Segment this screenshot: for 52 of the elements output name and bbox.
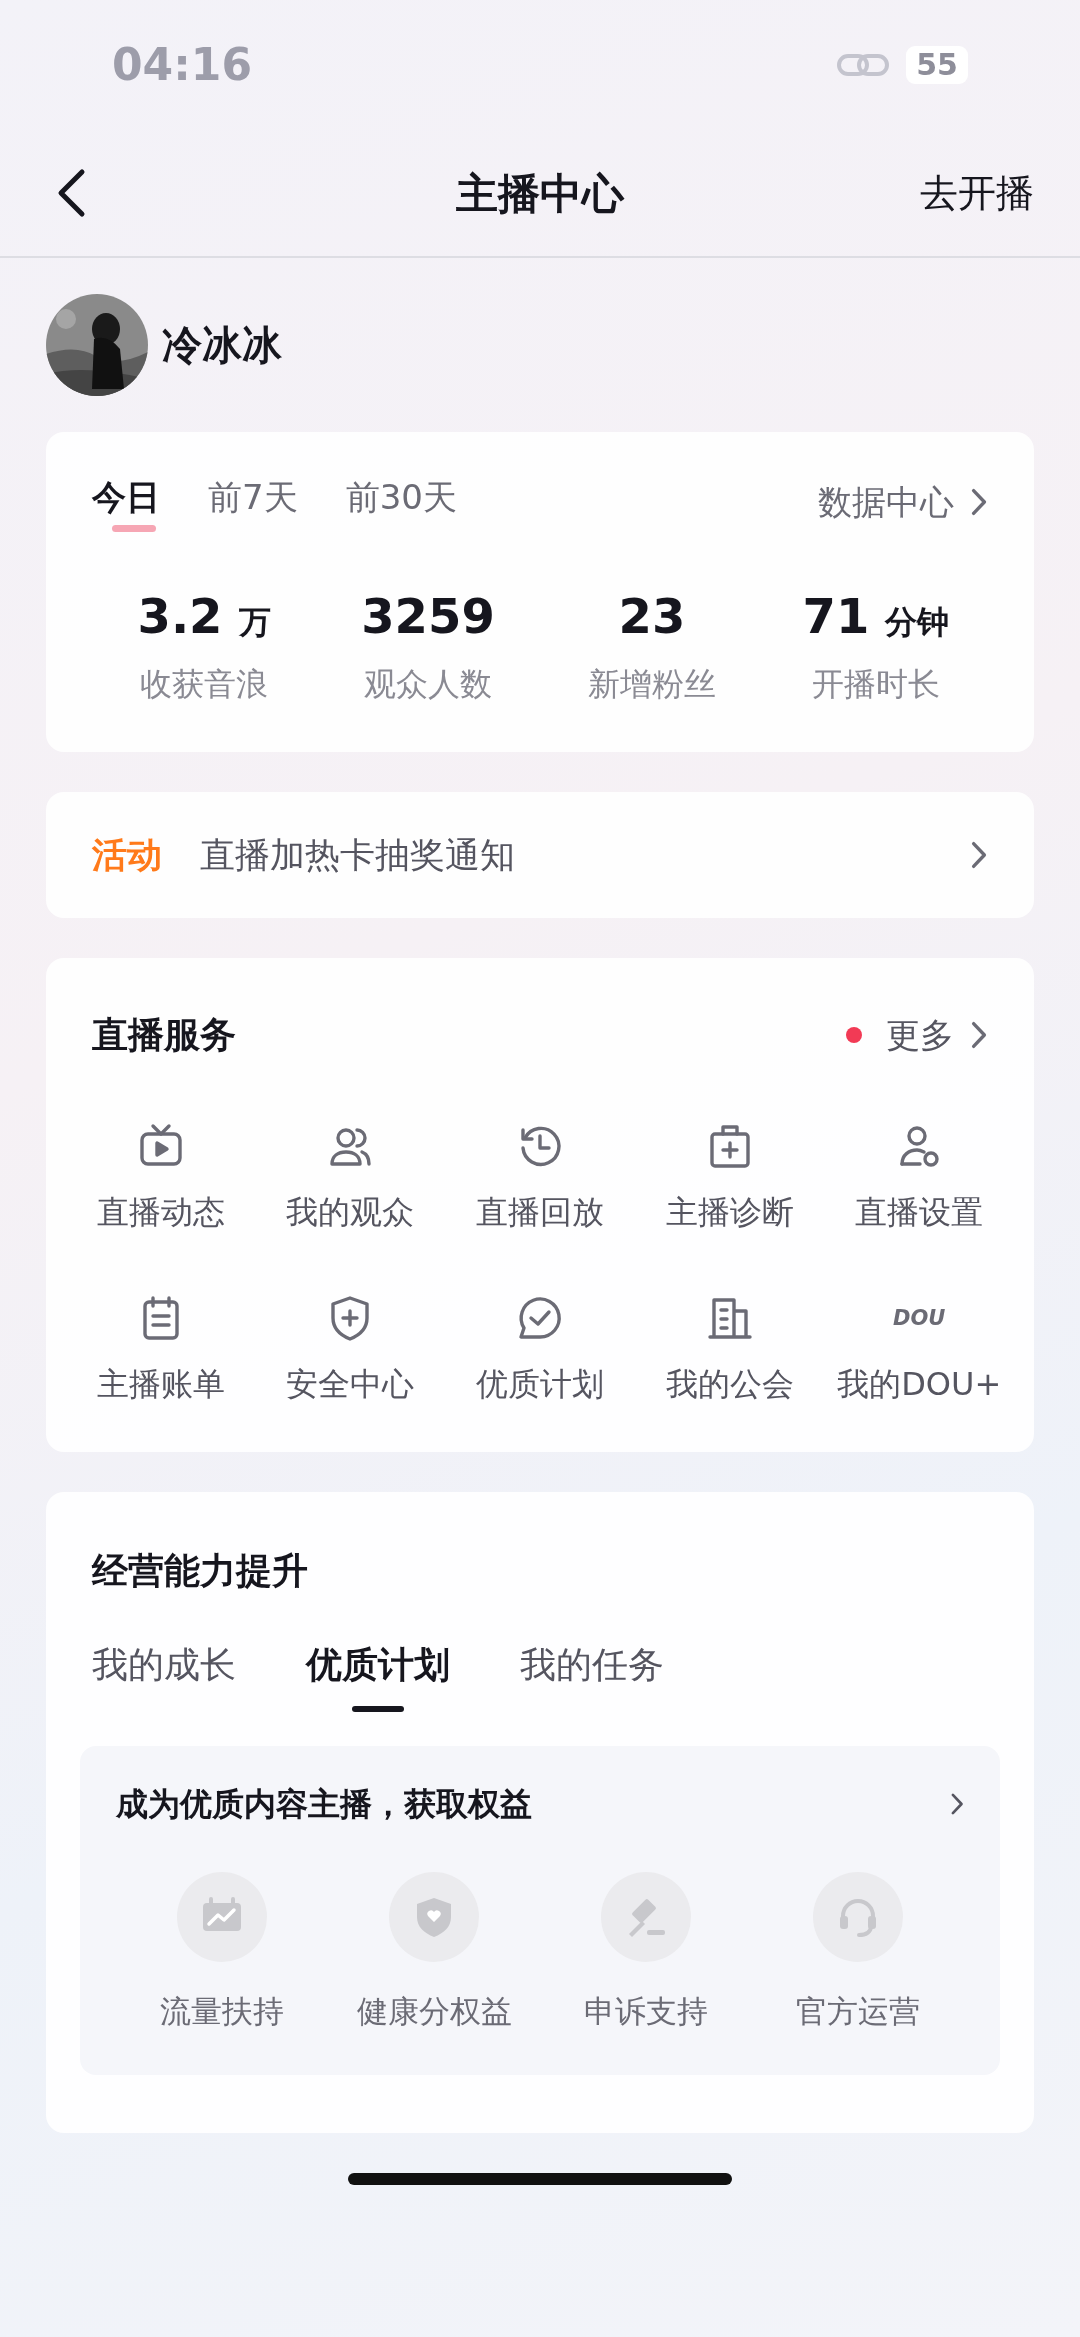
metric-label: 新增粉丝 [588, 664, 716, 705]
metric-unit: 分钟 [885, 602, 950, 643]
service-item[interactable]: 我的观众 [255, 1122, 446, 1236]
more-link[interactable]: 更多 [886, 1009, 988, 1061]
dou-logo-icon: DOU [893, 1294, 946, 1342]
chevron-right-icon [970, 1020, 988, 1050]
service-item[interactable]: 直播动态 [66, 1122, 256, 1236]
service-item[interactable]: 我的公会 [634, 1294, 825, 1408]
benefit-item[interactable]: 申诉支持 [540, 1872, 752, 2035]
service-item[interactable]: DOU 我的DOU+ [824, 1294, 1014, 1408]
activity-tag: 活动 [92, 828, 162, 882]
service-item[interactable]: 主播诊断 [634, 1122, 825, 1236]
metric-value: 3.2 [137, 587, 223, 646]
metric-unit: 万 [238, 602, 271, 643]
service-item[interactable]: 直播回放 [445, 1122, 635, 1236]
benefit-item[interactable]: 流量扶持 [116, 1872, 328, 2035]
service-item[interactable]: 优质计划 [445, 1294, 635, 1408]
period-tab[interactable]: 前7天 [208, 472, 298, 523]
metric-label: 开播时长 [812, 664, 940, 705]
panel-title: 成为优质内容主播，获取权益 [116, 1784, 532, 1825]
back-button[interactable] [56, 168, 86, 218]
benefit-item[interactable]: 官方运营 [752, 1872, 964, 2035]
status-time: 04:16 [112, 38, 253, 92]
growth-tab[interactable]: 我的成长 [92, 1638, 236, 1712]
page-title: 主播中心 [456, 167, 624, 220]
go-live-button[interactable]: 去开播 [920, 164, 1034, 222]
metric-value: 3259 [361, 587, 495, 646]
growth-tab[interactable]: 优质计划 [306, 1638, 450, 1712]
chevron-right-icon [949, 1792, 964, 1817]
metric-label: 收获音浪 [140, 664, 268, 705]
section-title: 直播服务 [92, 1013, 237, 1057]
metric-label: 观众人数 [364, 664, 492, 705]
growth-tab[interactable]: 我的任务 [520, 1638, 664, 1712]
chat-check-icon [516, 1294, 564, 1342]
back-icon [56, 168, 86, 218]
panel-chevron-button[interactable] [949, 1791, 964, 1817]
activity-text: 直播加热卡抽奖通知 [200, 833, 516, 877]
section-title: 经营能力提升 [90, 1549, 309, 1593]
chevron-right-icon [970, 840, 988, 870]
metric-value: 71 [802, 587, 870, 646]
battery-level: 55 [906, 46, 968, 84]
username: 冷冰冰 [162, 321, 282, 370]
period-tab[interactable]: 前30天 [345, 472, 457, 523]
activity-banner[interactable]: 活动 直播加热卡抽奖通知 [46, 792, 1034, 918]
benefit-item[interactable]: 健康分权益 [328, 1872, 540, 2035]
chevron-right-icon [970, 487, 988, 517]
service-item[interactable]: 主播账单 [66, 1294, 256, 1408]
service-item[interactable]: 安全中心 [255, 1294, 446, 1408]
service-item[interactable]: 直播设置 [824, 1122, 1014, 1236]
tab-underline [112, 525, 156, 532]
metric-value: 23 [618, 587, 686, 646]
data-center-link[interactable]: 数据中心 [818, 476, 988, 528]
